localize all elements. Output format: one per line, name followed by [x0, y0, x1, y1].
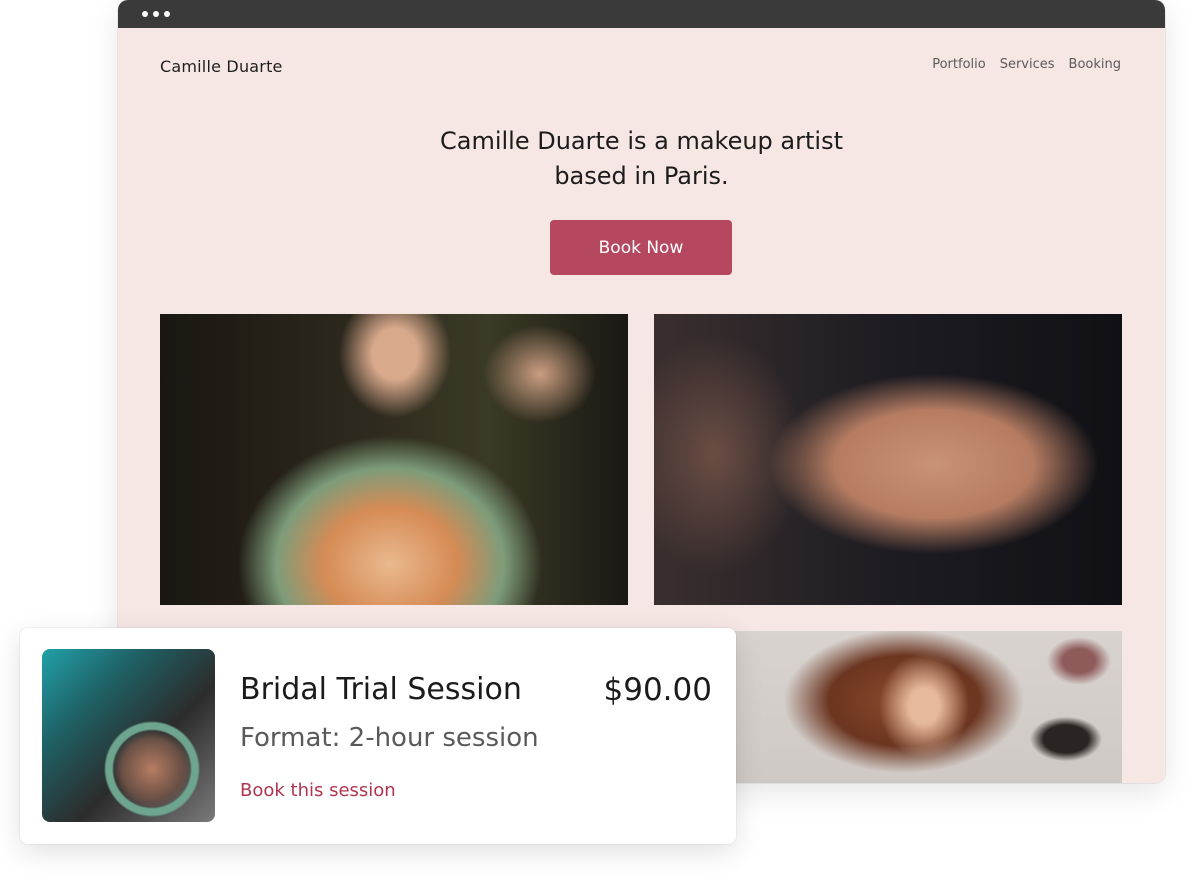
- service-thumbnail-image: [42, 649, 215, 822]
- book-session-link[interactable]: Book this session: [240, 780, 396, 801]
- hero-heading: Camille Duarte is a makeup artist based …: [118, 124, 1165, 194]
- window-control-dot[interactable]: [164, 11, 170, 17]
- service-price: $90.00: [603, 672, 712, 708]
- hero-line-2: based in Paris.: [554, 162, 729, 190]
- nav-item-services[interactable]: Services: [1000, 57, 1055, 72]
- nav-item-portfolio[interactable]: Portfolio: [932, 57, 985, 72]
- portfolio-photo-makeup-application[interactable]: [160, 314, 628, 605]
- site-brand[interactable]: Camille Duarte: [160, 57, 283, 76]
- browser-titlebar: [118, 0, 1165, 28]
- portfolio-photo-brush-on-hand[interactable]: [654, 314, 1122, 605]
- window-control-dot[interactable]: [153, 11, 159, 17]
- window-control-dot[interactable]: [142, 11, 148, 17]
- service-title: Bridal Trial Session: [240, 672, 522, 707]
- service-card: Bridal Trial Session $90.00 Format: 2-ho…: [20, 628, 736, 844]
- service-format: Format: 2-hour session: [240, 723, 539, 753]
- hero-line-1: Camille Duarte is a makeup artist: [440, 127, 843, 155]
- nav-item-booking[interactable]: Booking: [1069, 57, 1121, 72]
- main-nav: Portfolio Services Booking: [932, 57, 1121, 72]
- book-now-button[interactable]: Book Now: [550, 220, 732, 275]
